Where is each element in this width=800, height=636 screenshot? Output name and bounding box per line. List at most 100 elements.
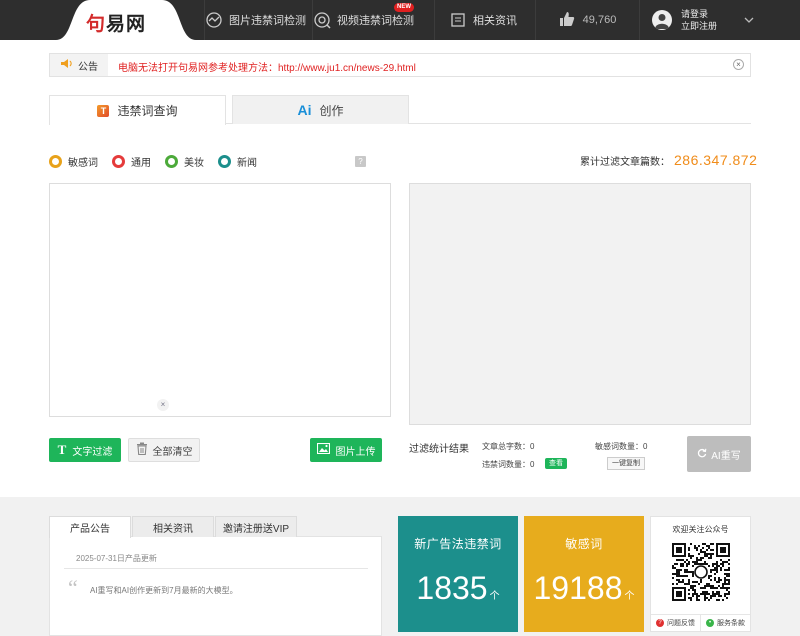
radio-label: 新闻 [237,158,257,169]
chat-icon: • [706,619,714,627]
top-navigation-bar: 句易网 图片违禁词检测 视频违禁词检测 NEW 相关资讯 49,760 请登录 … [0,0,800,40]
logo-prefix: 句 [86,14,107,35]
tab-create[interactable]: Ai 创作 [232,95,409,124]
news-text[interactable]: AI重写和AI创作更新到7月最新的大模型。 [90,585,238,596]
qr-title: 欢迎关注公众号 [672,525,729,534]
total-words-stat: 文章总字数：0 [482,442,535,451]
tab-label: 创作 [319,103,344,118]
register-link[interactable]: 立即注册 [681,20,717,32]
card-value-wrap: 1835 个 [398,570,518,607]
notice-text[interactable]: 电脑无法打开句易网参考处理方法：http://www.ju1.cn/news-2… [118,59,416,74]
radio-beauty[interactable]: 美妆 [165,154,204,169]
radio-general[interactable]: 通用 [112,154,151,169]
trash-icon [136,442,148,458]
radio-beauty-dot[interactable] [165,155,178,168]
ai-rewrite-button[interactable]: AI重写 [687,436,751,472]
radio-news[interactable]: 新闻 [218,154,257,169]
text-input-area[interactable] [49,183,391,417]
qr-footer: ? 问题反馈 • 服务条款 [651,614,750,631]
radio-label: 敏感词 [68,158,98,169]
radio-label: 美妆 [184,158,204,169]
speaker-icon [60,58,73,72]
question-icon: ? [656,619,664,627]
text-icon: T [57,442,67,457]
category-radio-group: 敏感词 通用 美妆 新闻 [49,154,271,169]
nav-image-scan-label: 图片违禁词检测 [229,15,306,27]
counter-label: 累计过滤文章篇数： [580,157,670,168]
tab-invite-vip[interactable]: 邀请注册送VIP [215,516,297,537]
filter-counter: 累计过滤文章篇数： 286.347.872 [580,152,757,168]
text-tool-icon: T [97,104,110,117]
login-link[interactable]: 请登录 [681,8,717,20]
help-icon[interactable]: ? [355,156,366,167]
image-upload-label: 图片上传 [335,446,376,458]
card-value: 19188 [533,570,623,606]
card-value-wrap: 19188 个 [524,570,644,607]
avatar [652,10,672,30]
stat-card-sensitive[interactable]: 敏感词 19188 个 [524,516,644,632]
radio-label: 通用 [131,158,151,169]
user-login[interactable]: 请登录 立即注册 [652,0,717,40]
refresh-icon [697,448,707,461]
radio-sensitive-dot[interactable] [49,155,62,168]
tab-label: 违禁词查询 [117,104,178,118]
text-filter-label: 文字过滤 [72,446,113,458]
news-date[interactable]: 2025-07-31日产品更新 [76,553,157,564]
counter-value: 286.347.872 [674,152,758,168]
notice-bar: 公告 电脑无法打开句易网参考处理方法：http://www.ju1.cn/new… [49,53,751,77]
terms-label: 服务条款 [717,620,745,627]
video-scan-icon [313,11,331,29]
stats-title: 过滤统计结果 [409,444,469,455]
card-title: 敏感词 [565,537,603,551]
radio-general-dot[interactable] [112,155,125,168]
notice-label: 公告 [78,61,98,73]
news-divider [64,568,368,569]
card-title: 新广告法违禁词 [414,537,502,551]
like-count: 49,760 [582,14,617,26]
clear-input-icon[interactable]: × [157,399,169,411]
thumbs-up-icon [559,11,575,30]
qr-code-icon [672,543,730,601]
qr-panel: 欢迎关注公众号 ? 问题反馈 • 服务条款 [650,516,751,632]
radio-news-dot[interactable] [218,155,231,168]
feedback-link[interactable]: ? 问题反馈 [651,615,700,631]
notice-label-box: 公告 [50,54,108,76]
close-icon[interactable]: × [733,59,744,70]
nav-news[interactable]: 相关资讯 [434,0,535,40]
stat-card-ad-law[interactable]: 新广告法违禁词 1835 个 [398,516,518,632]
image-icon [316,442,330,457]
clear-all-label: 全部清空 [152,446,193,458]
feedback-label: 问题反馈 [667,620,695,627]
logo[interactable]: 句易网 [56,0,196,40]
nav-image-scan[interactable]: 图片违禁词检测 [204,0,312,40]
logo-text: 句易网 [86,9,146,36]
card-unit: 个 [624,591,635,602]
view-button[interactable]: 查看 [545,458,567,469]
copy-button[interactable]: 一键复制 [607,457,645,470]
like-counter[interactable]: 49,760 [535,0,640,40]
result-output-area [409,183,751,425]
new-badge: NEW [394,3,414,12]
tab-related-news[interactable]: 相关资讯 [132,516,214,537]
radio-sensitive[interactable]: 敏感词 [49,154,98,169]
nav-news-label: 相关资讯 [473,15,517,27]
card-value: 1835 [416,570,488,606]
image-upload-button[interactable]: 图片上传 [310,438,382,462]
terms-link[interactable]: • 服务条款 [700,615,750,631]
text-filter-button[interactable]: T 文字过滤 [49,438,121,462]
tab-product-announcement[interactable]: 产品公告 [49,516,131,538]
tab-banned-word-query[interactable]: T 违禁词查询 [49,95,226,125]
ai-rewrite-label: AI重写 [711,450,741,462]
clear-all-button[interactable]: 全部清空 [128,438,200,462]
chevron-down-icon[interactable] [744,15,754,28]
nav-video-scan[interactable]: 视频违禁词检测 NEW [312,0,434,40]
sensitive-count-stat: 敏感词数量：0 [595,442,648,451]
logo-main: 易网 [106,14,147,35]
card-unit: 个 [489,591,500,602]
ai-icon: Ai [297,102,312,118]
banned-count-stat: 违禁词数量：0 [482,460,535,469]
nav-video-scan-label: 视频违禁词检测 [337,15,414,27]
quote-icon: “ [68,575,78,600]
news-icon [449,11,467,29]
image-scan-icon [205,11,223,29]
